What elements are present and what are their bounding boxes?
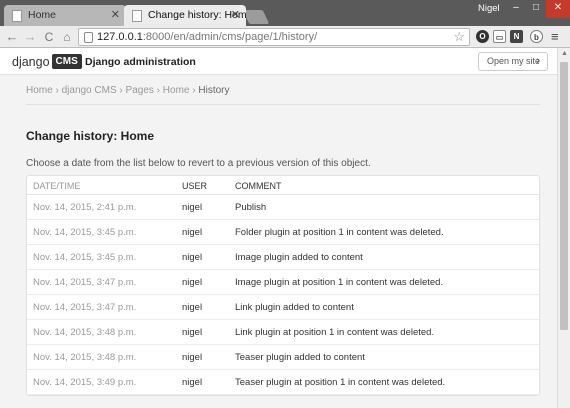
- breadcrumb-separator: ›: [192, 85, 196, 96]
- revision-comment: Folder plugin at position 1 in content w…: [235, 227, 444, 238]
- table-row: Nov. 14, 2015, 3:45 p.m. nigel Folder pl…: [27, 220, 539, 245]
- minimize-icon[interactable]: –: [506, 0, 526, 18]
- back-arrow-icon[interactable]: ←: [4, 28, 20, 46]
- window-close-icon[interactable]: ✕: [546, 0, 570, 18]
- reload-icon[interactable]: C: [41, 28, 57, 46]
- column-header-user: User: [182, 181, 208, 191]
- open-my-site-button[interactable]: Open my site ›: [478, 52, 548, 71]
- table-header: Date/time User Comment: [27, 176, 539, 195]
- bookmark-star-icon[interactable]: ☆: [453, 29, 465, 45]
- breadcrumb-separator: ›: [119, 85, 123, 96]
- divider: [26, 104, 540, 105]
- close-icon[interactable]: ✕: [231, 5, 240, 26]
- table-row: Nov. 14, 2015, 3:47 p.m. nigel Link plug…: [27, 295, 539, 320]
- revision-comment: Publish: [235, 202, 267, 213]
- revision-date-link[interactable]: Nov. 14, 2015, 2:41 p.m.: [33, 202, 136, 213]
- revision-date-link[interactable]: Nov. 14, 2015, 3:49 p.m.: [33, 377, 136, 388]
- open-site-label: Open my site: [487, 56, 541, 66]
- table-row: Nov. 14, 2015, 2:41 p.m. nigel Publish: [27, 195, 539, 220]
- revision-user: nigel: [182, 202, 203, 213]
- table-row: Nov. 14, 2015, 3:49 p.m. nigel Teaser pl…: [27, 370, 539, 395]
- revision-user: nigel: [182, 352, 203, 363]
- page-icon: [132, 10, 142, 22]
- breadcrumb: Home › django CMS › Pages › Home › Histo…: [26, 85, 230, 96]
- column-header-comment: Comment: [235, 181, 282, 191]
- revision-user: nigel: [182, 227, 203, 238]
- revision-comment: Link plugin at position 1 in content was…: [235, 327, 435, 338]
- revision-comment: Teaser plugin added to content: [235, 352, 365, 363]
- new-tab-button[interactable]: [242, 10, 270, 24]
- maximize-icon[interactable]: □: [526, 0, 546, 18]
- page-viewport: django CMS Django administration Open my…: [0, 48, 557, 408]
- breadcrumb-separator: ›: [156, 85, 161, 96]
- browser-chrome: Home ✕ Change history: Home | D ✕ Nigel …: [0, 0, 570, 48]
- table-row: Nov. 14, 2015, 3:47 p.m. nigel Image plu…: [27, 270, 539, 295]
- menu-icon[interactable]: ≡: [551, 29, 559, 44]
- revision-date-link[interactable]: Nov. 14, 2015, 3:45 p.m.: [33, 227, 136, 238]
- table-row: Nov. 14, 2015, 3:48 p.m. nigel Link plug…: [27, 320, 539, 345]
- revision-comment: Image plugin at position 1 in content wa…: [235, 277, 444, 288]
- breadcrumb-pages[interactable]: Pages: [126, 85, 154, 96]
- scroll-up-icon[interactable]: ▲: [560, 50, 569, 57]
- breadcrumb-home[interactable]: Home: [26, 85, 53, 96]
- revision-user: nigel: [182, 327, 203, 338]
- intro-text: Choose a date from the list below to rev…: [26, 158, 371, 169]
- revision-date-link[interactable]: Nov. 14, 2015, 3:48 p.m.: [33, 352, 136, 363]
- url-host: 127.0.0.1: [97, 31, 143, 43]
- url-text[interactable]: 127.0.0.1:8000/en/admin/cms/page/1/histo…: [97, 31, 317, 43]
- tab-change-history[interactable]: Change history: Home | D ✕: [124, 5, 246, 26]
- tab-strip: Home ✕ Change history: Home | D ✕ Nigel …: [0, 0, 570, 26]
- extension-icon[interactable]: N: [510, 30, 523, 43]
- revision-date-link[interactable]: Nov. 14, 2015, 3:48 p.m.: [33, 327, 136, 338]
- page-icon: [12, 10, 22, 22]
- breadcrumb-page-home[interactable]: Home: [163, 85, 190, 96]
- tab-home[interactable]: Home ✕: [4, 5, 126, 26]
- revision-comment: Link plugin added to content: [235, 302, 354, 313]
- home-icon[interactable]: ⌂: [59, 28, 75, 46]
- extension-icon[interactable]: O: [476, 30, 489, 43]
- revision-user: nigel: [182, 252, 203, 263]
- revision-user: nigel: [182, 277, 203, 288]
- revision-comment: Image plugin added to content: [235, 252, 363, 263]
- forward-arrow-icon[interactable]: →: [22, 28, 38, 46]
- extension-icon[interactable]: ▭: [493, 30, 506, 43]
- breadcrumb-django-cms[interactable]: django CMS: [62, 85, 117, 96]
- django-cms-logo[interactable]: django CMS: [12, 54, 82, 69]
- page-title: Change history: Home: [26, 129, 155, 143]
- chevron-right-icon: ›: [536, 55, 540, 67]
- scrollbar-thumb[interactable]: [560, 62, 568, 330]
- history-table: Date/time User Comment Nov. 14, 2015, 2:…: [26, 175, 540, 396]
- logo-text: django: [12, 54, 50, 69]
- column-header-date: Date/time: [33, 181, 81, 191]
- tab-title: Home: [28, 9, 57, 21]
- revision-date-link[interactable]: Nov. 14, 2015, 3:45 p.m.: [33, 252, 136, 263]
- revision-date-link[interactable]: Nov. 14, 2015, 3:47 p.m.: [33, 277, 136, 288]
- breadcrumb-current: History: [198, 85, 230, 96]
- address-bar[interactable]: 127.0.0.1:8000/en/admin/cms/page/1/histo…: [78, 28, 470, 46]
- extension-icon[interactable]: b: [530, 30, 543, 43]
- vertical-scrollbar[interactable]: ▲: [557, 48, 570, 408]
- close-icon[interactable]: ✕: [111, 5, 120, 26]
- revision-user: nigel: [182, 377, 203, 388]
- revision-date-link[interactable]: Nov. 14, 2015, 3:47 p.m.: [33, 302, 136, 313]
- browser-toolbar: ← → C ⌂ 127.0.0.1:8000/en/admin/cms/page…: [0, 26, 570, 48]
- revision-user: nigel: [182, 302, 203, 313]
- table-row: Nov. 14, 2015, 3:48 p.m. nigel Teaser pl…: [27, 345, 539, 370]
- cms-header: django CMS Django administration Open my…: [0, 48, 557, 75]
- url-path: :8000/en/admin/cms/page/1/history/: [142, 31, 318, 43]
- profile-name[interactable]: Nigel: [478, 3, 500, 14]
- site-title[interactable]: Django administration: [85, 56, 196, 68]
- page-info-icon[interactable]: [84, 32, 93, 43]
- breadcrumb-separator: ›: [55, 85, 59, 96]
- logo-badge: CMS: [51, 54, 82, 69]
- table-row: Nov. 14, 2015, 3:45 p.m. nigel Image plu…: [27, 245, 539, 270]
- revision-comment: Teaser plugin at position 1 in content w…: [235, 377, 446, 388]
